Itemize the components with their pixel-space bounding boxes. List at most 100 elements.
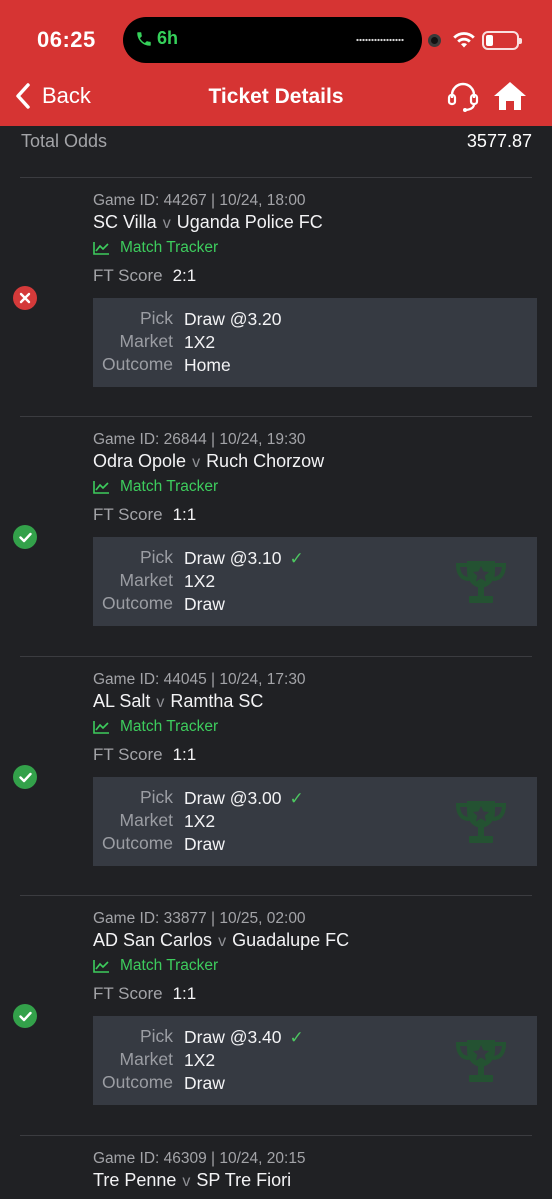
won-status-icon	[13, 1004, 37, 1028]
pick-details-box: Pick Draw @3.20 Market 1X2 Outcome Home	[93, 298, 537, 387]
chart-line-icon	[93, 960, 109, 973]
home-team: AD San Carlos	[93, 930, 213, 950]
game-meta: Game ID: 33877 | 10/25, 02:00	[93, 910, 306, 927]
market-value: 1X2	[184, 811, 216, 831]
outcome-value: Draw	[184, 1073, 225, 1093]
match-tracker-link[interactable]: Match Tracker	[93, 478, 218, 496]
trophy-icon	[455, 801, 507, 843]
chart-line-icon	[93, 481, 109, 494]
match-teams: AL Salt v Ramtha SC	[93, 691, 263, 712]
customer-support-icon[interactable]	[446, 81, 480, 113]
match-tracker-label: Match Tracker	[120, 718, 219, 735]
ticket-item: Game ID: 44045 | 10/24, 17:30 AL Salt v Ra…	[13, 656, 537, 896]
ft-score-value: 1:1	[172, 505, 197, 524]
versus-label: v	[182, 1173, 191, 1190]
outcome-label: Outcome	[102, 833, 173, 853]
market-row: Market 1X2	[93, 570, 216, 593]
won-status-icon	[13, 525, 37, 549]
total-odds-value: 3577.87	[466, 131, 532, 151]
away-team: Ramtha SC	[170, 691, 264, 711]
market-row: Market 1X2	[93, 1049, 216, 1072]
pick-details-box: Pick Draw @3.00 ✓ Market 1X2 Outcome Draw	[93, 777, 537, 866]
pick-label: Pick	[139, 787, 173, 807]
home-icon[interactable]	[493, 80, 527, 112]
match-tracker-link[interactable]: Match Tracker	[93, 957, 218, 975]
match-teams: AD San Carlos v Guadalupe FC	[93, 930, 349, 951]
ft-score-row: FT Score 1:1	[93, 984, 196, 1004]
game-meta: Game ID: 44045 | 10/24, 17:30	[93, 671, 306, 688]
outcome-label: Outcome	[102, 354, 173, 374]
ft-score-label: FT Score	[93, 984, 163, 1003]
ft-score-row: FT Score 1:1	[93, 505, 196, 525]
away-team: SP Tre Fiori	[196, 1170, 292, 1190]
recording-indicator-icon	[428, 34, 441, 47]
market-row: Market 1X2	[93, 331, 216, 354]
home-team: SC Villa	[93, 212, 157, 232]
outcome-row: Outcome Home	[93, 354, 231, 377]
outcome-value: Home	[184, 355, 231, 375]
home-team: AL Salt	[93, 691, 151, 711]
lost-status-icon	[13, 286, 37, 310]
trophy-icon	[455, 1040, 507, 1082]
dynamic-island[interactable]: 6h	[123, 17, 422, 63]
versus-label: v	[218, 933, 227, 950]
match-teams: Tre Penne v SP Tre Fiori	[93, 1170, 291, 1191]
ft-score-row: FT Score 2:1	[93, 266, 196, 286]
versus-label: v	[156, 694, 165, 711]
outcome-value: Draw	[184, 834, 225, 854]
divider	[20, 1135, 532, 1136]
wifi-icon	[453, 32, 475, 48]
ft-score-value: 1:1	[172, 984, 197, 1003]
battery-icon	[482, 31, 522, 50]
market-value: 1X2	[184, 571, 216, 591]
market-row: Market 1X2	[93, 810, 216, 833]
outcome-label: Outcome	[102, 1072, 173, 1092]
battery-level	[486, 35, 493, 46]
check-icon: ✓	[289, 1027, 304, 1047]
away-team: Uganda Police FC	[176, 212, 323, 232]
match-tracker-link[interactable]: Match Tracker	[93, 718, 218, 736]
ft-score-label: FT Score	[93, 505, 163, 524]
game-meta: Game ID: 46309 | 10/24, 20:15	[93, 1150, 306, 1167]
call-duration: 6h	[157, 28, 179, 48]
game-meta: Game ID: 44267 | 10/24, 18:00	[93, 192, 306, 209]
call-indicator: 6h	[135, 28, 178, 49]
home-team: Odra Opole	[93, 451, 187, 471]
market-label: Market	[119, 810, 173, 830]
match-tracker-label: Match Tracker	[120, 239, 219, 256]
ft-score-label: FT Score	[93, 745, 163, 764]
outcome-row: Outcome Draw	[93, 593, 225, 616]
match-teams: Odra Opole v Ruch Chorzow	[93, 451, 324, 472]
chart-line-icon	[93, 242, 109, 255]
pick-value: Draw @3.20	[184, 309, 282, 329]
check-icon: ✓	[289, 548, 304, 568]
pick-row: Pick Draw @3.10 ✓	[93, 547, 304, 570]
total-odds-row: Total Odds 3577.87	[21, 131, 532, 152]
match-teams: SC Villa v Uganda Police FC	[93, 212, 323, 233]
market-label: Market	[119, 1049, 173, 1069]
trophy-icon	[455, 561, 507, 603]
match-tracker-label: Match Tracker	[120, 478, 219, 495]
game-meta: Game ID: 26844 | 10/24, 19:30	[93, 431, 306, 448]
ft-score-row: FT Score 1:1	[93, 745, 196, 765]
market-value: 1X2	[184, 332, 216, 352]
versus-label: v	[192, 454, 201, 471]
outcome-label: Outcome	[102, 593, 173, 613]
ft-score-value: 1:1	[172, 745, 197, 764]
pick-label: Pick	[139, 547, 173, 567]
market-label: Market	[119, 570, 173, 590]
phone-icon	[137, 31, 151, 46]
market-value: 1X2	[184, 1050, 216, 1070]
pick-row: Pick Draw @3.40 ✓	[93, 1026, 304, 1049]
ticket-item: Game ID: 26844 | 10/24, 19:30 Odra Opole…	[13, 416, 537, 656]
outcome-row: Outcome Draw	[93, 833, 225, 856]
ticket-item: Game ID: 33877 | 10/25, 02:00 AD San Car…	[13, 895, 537, 1135]
pick-label: Pick	[139, 1026, 173, 1046]
ft-score-value: 2:1	[172, 266, 197, 285]
pick-label: Pick	[139, 308, 173, 328]
pick-value: Draw @3.00	[184, 788, 282, 808]
match-tracker-link[interactable]: Match Tracker	[93, 239, 218, 257]
outcome-value: Draw	[184, 594, 225, 614]
chart-line-icon	[93, 721, 109, 734]
pick-row: Pick Draw @3.20	[93, 308, 282, 331]
